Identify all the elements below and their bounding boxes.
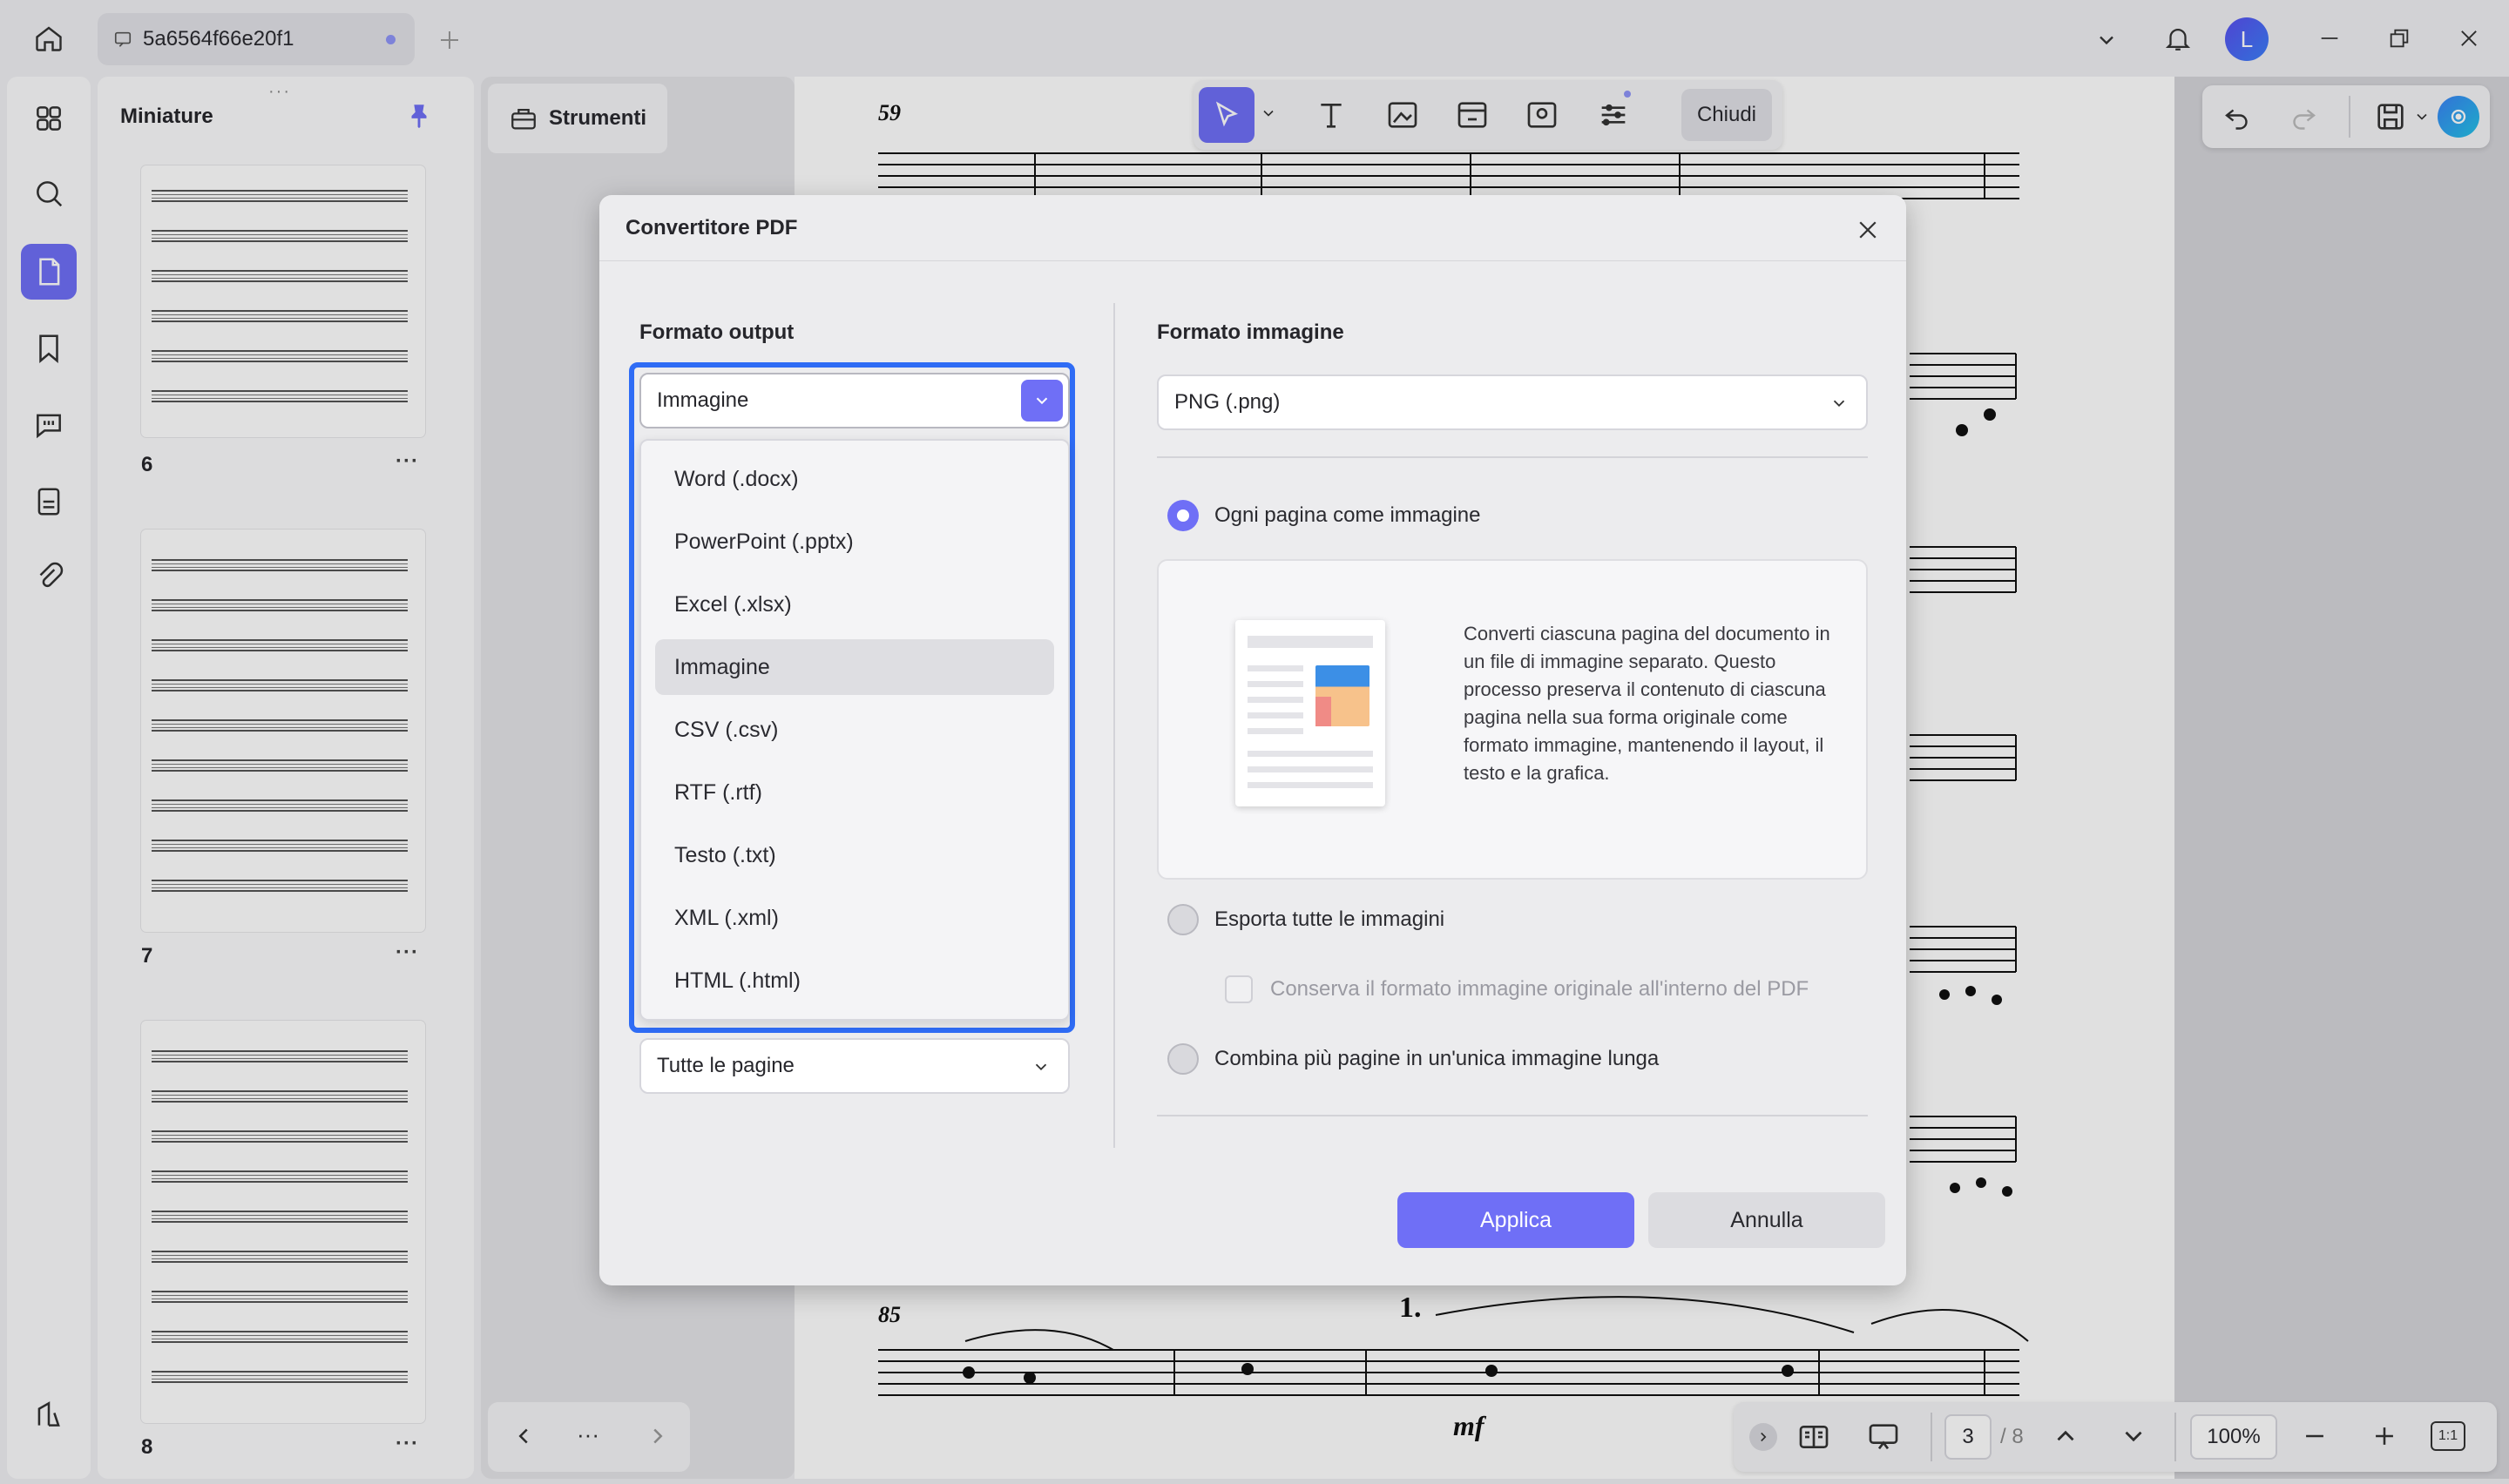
image-format-value: PNG (.png) [1174,390,1281,414]
image-format-select[interactable]: PNG (.png) [1157,374,1868,430]
output-format-value: Immagine [657,388,749,412]
keep-format-label[interactable]: Conserva il formato immagine originale a… [1270,977,1809,1002]
output-format-label: Formato output [639,320,795,344]
format-option-powerpoint[interactable]: PowerPoint (.pptx) [655,514,1054,570]
page-range-select[interactable]: Tutte le pagine [639,1038,1070,1094]
option-info-box: Converti ciascuna pagina del documento i… [1157,559,1868,880]
export-images-label[interactable]: Esporta tutte le immagini [1214,907,1444,932]
chevron-down-icon [1031,1057,1051,1076]
format-option-rtf[interactable]: RTF (.rtf) [655,765,1054,820]
chevron-down-icon [1829,394,1849,413]
dialog-title: Convertitore PDF [626,216,798,239]
cancel-button[interactable]: Annulla [1648,1192,1885,1248]
keep-format-checkbox[interactable] [1225,975,1253,1003]
document-preview-icon [1235,620,1385,806]
output-format-dropdown: Word (.docx) PowerPoint (.pptx) Excel (.… [639,439,1070,1021]
chevron-down-icon[interactable] [1021,380,1063,422]
output-format-select[interactable]: Immagine [639,373,1070,428]
format-option-image[interactable]: Immagine [655,639,1054,695]
column-divider [1113,303,1115,1148]
each-page-radio[interactable] [1167,500,1199,531]
each-page-label[interactable]: Ogni pagina come immagine [1214,503,1481,528]
format-option-txt[interactable]: Testo (.txt) [655,827,1054,883]
divider [1157,456,1868,458]
format-option-csv[interactable]: CSV (.csv) [655,702,1054,758]
page-range-value: Tutte le pagine [657,1054,795,1077]
close-icon[interactable] [1849,211,1887,249]
option-description: Converti ciascuna pagina del documento i… [1464,623,1830,784]
format-option-word[interactable]: Word (.docx) [655,451,1054,507]
divider [1157,1115,1868,1116]
combine-pages-label[interactable]: Combina più pagine in un'unica immagine … [1214,1047,1659,1071]
dialog-header: Convertitore PDF [599,195,1906,261]
apply-button[interactable]: Applica [1397,1192,1634,1248]
image-format-label: Formato immagine [1157,320,1344,344]
format-option-html[interactable]: HTML (.html) [655,953,1054,1008]
export-images-radio[interactable] [1167,904,1199,935]
pdf-converter-dialog: Convertitore PDF Formato output Immagine… [599,195,1906,1285]
combine-pages-radio[interactable] [1167,1043,1199,1075]
format-option-excel[interactable]: Excel (.xlsx) [655,577,1054,632]
format-option-xml[interactable]: XML (.xml) [655,890,1054,946]
